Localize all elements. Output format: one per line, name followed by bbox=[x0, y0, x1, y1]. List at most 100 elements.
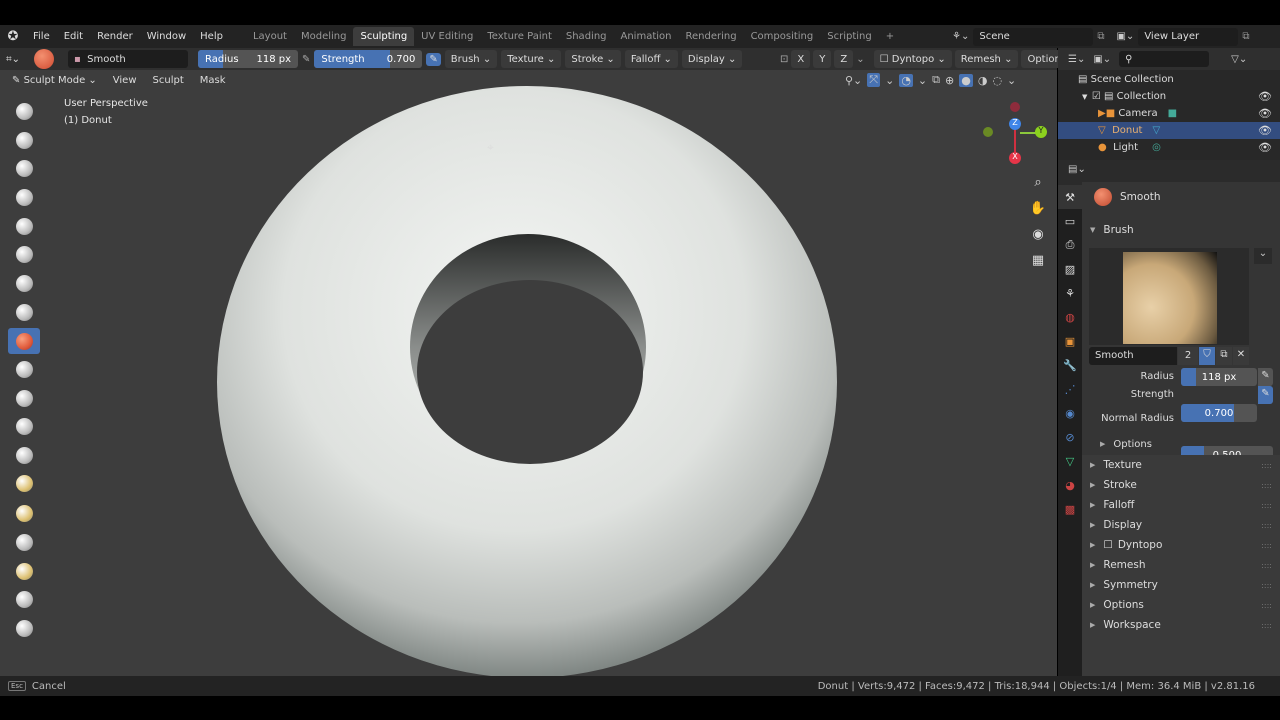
symmetry-x-toggle[interactable]: X bbox=[791, 50, 811, 68]
tool-crease[interactable] bbox=[8, 299, 40, 325]
render-tab-icon[interactable]: ▭ bbox=[1058, 209, 1082, 233]
menu-render[interactable]: Render bbox=[90, 31, 140, 42]
donut-mesh[interactable] bbox=[0, 70, 1057, 676]
tab-layout[interactable]: Layout bbox=[246, 27, 294, 46]
material-shading-icon[interactable]: ◑ bbox=[978, 74, 988, 87]
mode-selector[interactable]: ✎ Sculpt Mode ⌄ bbox=[6, 71, 103, 89]
tool-snake-hook[interactable] bbox=[8, 500, 40, 526]
collection-checkbox[interactable]: ☑ bbox=[1092, 91, 1104, 102]
brush-options-subpanel[interactable]: ▶ Options bbox=[1082, 434, 1280, 454]
panel-stroke-header[interactable]: ▶ Stroke:::: bbox=[1082, 475, 1280, 495]
view-layer-icon[interactable]: ▣⌄ bbox=[1116, 31, 1134, 42]
tool-smooth[interactable] bbox=[8, 328, 40, 354]
brush-name-field[interactable]: ▪ Smooth bbox=[68, 50, 188, 68]
tab-compositing[interactable]: Compositing bbox=[744, 27, 821, 46]
menu-mask[interactable]: Mask bbox=[194, 71, 232, 89]
navigation-gizmo[interactable]: Z Y X bbox=[980, 100, 1050, 170]
panel-brush-header[interactable]: ▼ Brush bbox=[1082, 220, 1280, 240]
duplicate-brush-icon[interactable]: ⧉ bbox=[1216, 347, 1232, 365]
texture-tab-icon[interactable]: ▩ bbox=[1058, 497, 1082, 521]
drag-grip-icon[interactable]: :::: bbox=[1261, 601, 1272, 610]
tab-sculpting[interactable]: Sculpting bbox=[353, 27, 415, 46]
drag-grip-icon[interactable]: :::: bbox=[1261, 521, 1272, 530]
panel-remesh-header[interactable]: ▶ Remesh:::: bbox=[1082, 555, 1280, 575]
brush-name-input[interactable]: Smooth bbox=[1089, 347, 1177, 365]
eye-icon[interactable]: 👁 bbox=[1258, 124, 1272, 137]
tool-scrape[interactable] bbox=[8, 413, 40, 439]
menu-help[interactable]: Help bbox=[193, 31, 230, 42]
scene-icon[interactable]: ⚘⌄ bbox=[952, 31, 969, 42]
tool-grab[interactable] bbox=[8, 470, 40, 496]
drag-grip-icon[interactable]: :::: bbox=[1261, 541, 1272, 550]
tool-clay[interactable] bbox=[8, 155, 40, 181]
collection-row[interactable]: ▼ ☑ ▤ Collection 👁 bbox=[1058, 88, 1280, 105]
3d-viewport[interactable]: User Perspective (1) Donut ⌖ Z Y X ⌕ ✋ ◉… bbox=[0, 70, 1057, 676]
solid-shading-icon[interactable]: ● bbox=[959, 73, 973, 87]
tool-inflate[interactable] bbox=[8, 241, 40, 267]
symmetry-z-toggle[interactable]: Z bbox=[834, 50, 854, 68]
neg-y-axis[interactable] bbox=[983, 127, 993, 137]
symmetry-dropdown-icon[interactable]: ⌄ bbox=[856, 54, 864, 65]
world-tab-icon[interactable]: ◍ bbox=[1058, 305, 1082, 329]
brush-users-count[interactable]: 2 bbox=[1178, 347, 1198, 365]
ortho-grid-icon[interactable]: ▦ bbox=[1029, 248, 1047, 274]
outliner-item-camera[interactable]: ▶■ Camera ■ 👁 bbox=[1058, 105, 1280, 122]
overlay-dropdown-icon[interactable]: ⌄ bbox=[918, 74, 927, 87]
panel-options-header[interactable]: ▶ Options:::: bbox=[1082, 595, 1280, 615]
panel-display-header[interactable]: ▶ Display:::: bbox=[1082, 515, 1280, 535]
strength-pressure-icon[interactable]: ✎ bbox=[1258, 386, 1273, 404]
radius-pressure-icon[interactable]: ✎ bbox=[1258, 368, 1273, 386]
outliner-item-light[interactable]: ● Light ◎ 👁 bbox=[1058, 139, 1280, 156]
tool-pinch[interactable] bbox=[8, 442, 40, 468]
mesh-data-tab-icon[interactable]: ▽ bbox=[1058, 449, 1082, 473]
material-tab-icon[interactable]: ◕ bbox=[1058, 473, 1082, 497]
outliner-search[interactable]: ⚲ bbox=[1119, 51, 1210, 67]
filter-view-icon[interactable]: ▣⌄ bbox=[1093, 54, 1111, 65]
panel-dyntopo-header[interactable]: ▶ ☐ Dyntopo:::: bbox=[1082, 535, 1280, 555]
expand-icon[interactable]: ▼ bbox=[1082, 93, 1092, 101]
texture-menu[interactable]: Texture ⌄ bbox=[501, 50, 562, 68]
shading-dropdown-icon[interactable]: ⌄ bbox=[1007, 74, 1016, 87]
z-axis[interactable]: Z bbox=[1009, 118, 1021, 130]
radius-slider[interactable]: Radius 118 px bbox=[198, 50, 298, 68]
scene-collection-row[interactable]: ▤ Scene Collection bbox=[1058, 71, 1280, 88]
outliner-item-donut[interactable]: ▽ Donut ▽ 👁 bbox=[1058, 122, 1280, 139]
panel-symmetry-header[interactable]: ▶ Symmetry:::: bbox=[1082, 575, 1280, 595]
modifier-tab-icon[interactable]: 🔧 bbox=[1058, 353, 1082, 377]
tool-clay-strips[interactable] bbox=[8, 184, 40, 210]
tool-tab-icon[interactable]: ⚒ bbox=[1058, 185, 1082, 209]
remesh-menu[interactable]: Remesh ⌄ bbox=[954, 50, 1019, 68]
tool-draw[interactable] bbox=[8, 98, 40, 124]
brush-preview-dropdown-icon[interactable]: ⌄ bbox=[1254, 248, 1272, 264]
copy-view-layer-icon[interactable]: ⧉ bbox=[1242, 31, 1249, 42]
brush-preview-icon[interactable] bbox=[34, 49, 54, 69]
tool-settings-icon[interactable]: ⌗⌄ bbox=[6, 54, 30, 65]
tool-layer[interactable] bbox=[8, 213, 40, 239]
object-tab-icon[interactable]: ▣ bbox=[1058, 329, 1082, 353]
drag-grip-icon[interactable]: :::: bbox=[1261, 581, 1272, 590]
constraints-tab-icon[interactable]: ⊘ bbox=[1058, 425, 1082, 449]
drag-grip-icon[interactable]: :::: bbox=[1261, 481, 1272, 490]
tool-rotate[interactable] bbox=[8, 615, 40, 641]
dyntopo-menu[interactable]: ☐ Dyntopo ⌄ bbox=[873, 50, 952, 68]
menu-file[interactable]: File bbox=[26, 31, 57, 42]
drag-grip-icon[interactable]: :::: bbox=[1261, 561, 1272, 570]
tab-texture-paint[interactable]: Texture Paint bbox=[480, 27, 559, 46]
view-layer-field[interactable]: View Layer bbox=[1138, 27, 1239, 46]
dyntopo-checkbox[interactable]: ☐ bbox=[1103, 539, 1112, 551]
xray-toggle-icon[interactable]: ⧉ bbox=[932, 73, 940, 87]
tab-rendering[interactable]: Rendering bbox=[678, 27, 743, 46]
display-menu[interactable]: Display ⌄ bbox=[681, 50, 743, 68]
dyntopo-checkbox[interactable]: ☐ bbox=[880, 54, 892, 65]
panel-falloff-header[interactable]: ▶ Falloff:::: bbox=[1082, 495, 1280, 515]
unlink-brush-icon[interactable]: ✕ bbox=[1233, 347, 1249, 365]
eye-icon[interactable]: 👁 bbox=[1258, 107, 1272, 120]
add-workspace-button[interactable]: + bbox=[879, 27, 901, 46]
y-axis[interactable]: Y bbox=[1035, 126, 1047, 138]
tab-animation[interactable]: Animation bbox=[614, 27, 679, 46]
tab-uv-editing[interactable]: UV Editing bbox=[414, 27, 480, 46]
strength-slider[interactable]: Strength 0.700 bbox=[314, 50, 423, 68]
tool-blob[interactable] bbox=[8, 270, 40, 296]
tool-nudge[interactable] bbox=[8, 586, 40, 612]
menu-sculpt[interactable]: Sculpt bbox=[147, 71, 190, 89]
